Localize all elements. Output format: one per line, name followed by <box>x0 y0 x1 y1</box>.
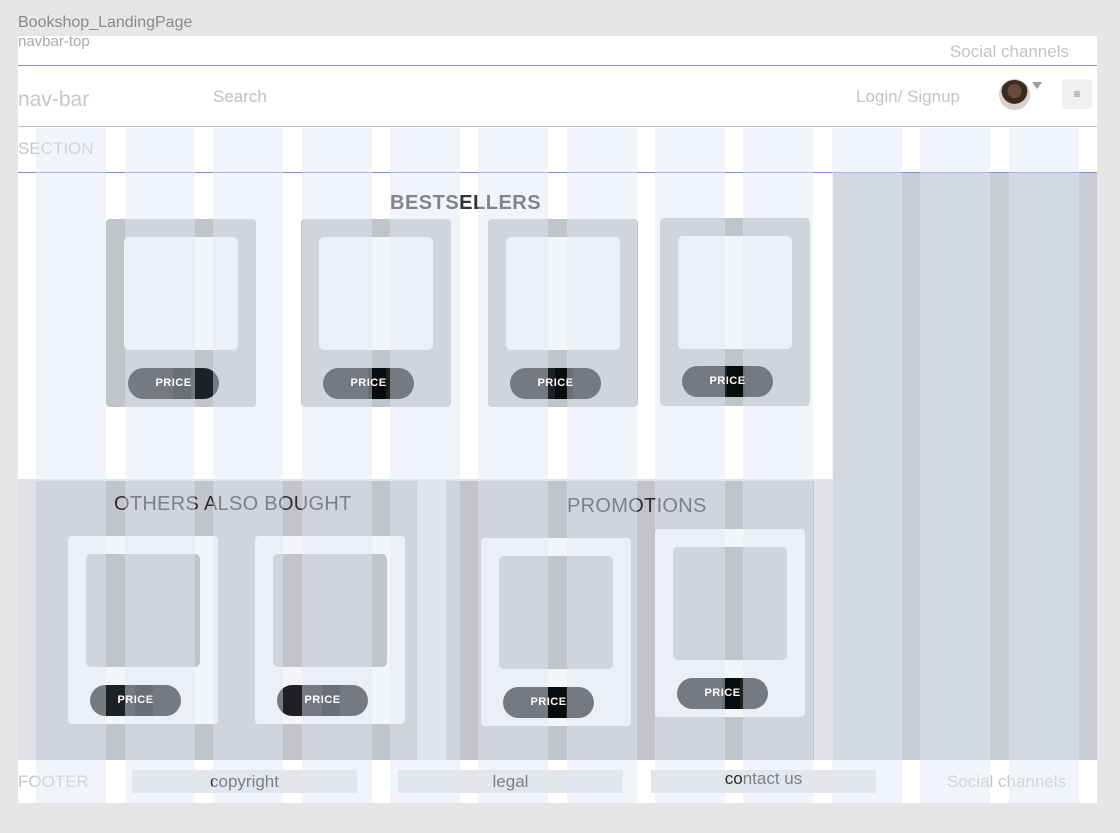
book-card[interactable]: PRICE <box>301 219 451 407</box>
book-card[interactable]: PRICE <box>106 219 256 407</box>
hamburger-icon: ≡ <box>1073 87 1081 101</box>
book-cover <box>678 236 792 349</box>
navbar-top: navbar-top Social channels <box>18 36 1097 66</box>
legal-link[interactable]: legal <box>398 770 623 793</box>
price-button[interactable]: PRICE <box>277 685 368 716</box>
price-button[interactable]: PRICE <box>682 366 773 397</box>
book-card[interactable]: PRICE <box>660 218 810 406</box>
footer-label: FOOTER <box>18 772 89 791</box>
price-button[interactable]: PRICE <box>128 368 219 399</box>
book-cover <box>673 547 787 660</box>
book-card[interactable]: PRICE <box>68 536 218 724</box>
price-button[interactable]: PRICE <box>677 678 768 709</box>
search-input[interactable]: Search <box>213 87 267 107</box>
book-cover <box>319 237 433 350</box>
nav-bar-label: nav-bar <box>18 88 90 111</box>
others-also-bought-title: OTHERS ALSO BOUGHT <box>114 493 352 515</box>
footer-social-channels-link[interactable]: Social channels <box>947 772 1066 792</box>
copyright-link[interactable]: copyright <box>132 770 357 793</box>
price-button[interactable]: PRICE <box>323 368 414 399</box>
price-button[interactable]: PRICE <box>503 687 594 718</box>
nav-bar: nav-bar Search Login/ Signup ≡ <box>18 66 1097 127</box>
frame-title: Bookshop_LandingPage <box>18 14 193 31</box>
avatar[interactable] <box>999 79 1030 110</box>
social-channels-link[interactable]: Social channels <box>950 42 1069 62</box>
book-cover <box>124 237 238 350</box>
book-card[interactable]: PRICE <box>255 536 405 724</box>
book-card[interactable]: PRICE <box>655 529 805 717</box>
promotions-section: PROMOTIONS PRICE PRICE <box>446 481 814 760</box>
others-also-bought-section: OTHERS ALSO BOUGHT PRICE PRICE <box>36 481 417 760</box>
section-label: SECTION <box>18 139 94 158</box>
menu-button[interactable]: ≡ <box>1062 79 1092 109</box>
chevron-down-icon[interactable] <box>1032 82 1042 89</box>
book-cover <box>86 554 200 667</box>
bestsellers-title: BESTSELLERS <box>390 192 542 214</box>
price-button[interactable]: PRICE <box>90 685 181 716</box>
right-side-panel <box>833 173 1097 760</box>
book-cover <box>499 556 613 669</box>
book-cover <box>273 554 387 667</box>
bestsellers-section: BESTSELLERS PRICE PRICE PRICE PRICE <box>18 173 833 479</box>
landing-page-frame: navbar-top Social channels nav-bar Searc… <box>18 36 1097 803</box>
footer: FOOTER copyright legal contact us Social… <box>18 760 1097 803</box>
book-card[interactable]: PRICE <box>481 538 631 726</box>
promotions-title: PROMOTIONS <box>567 495 707 517</box>
price-button[interactable]: PRICE <box>510 368 601 399</box>
section-header: SECTION <box>18 128 1097 173</box>
navbar-top-label: navbar-top <box>18 36 90 50</box>
login-signup-link[interactable]: Login/ Signup <box>856 87 960 107</box>
book-cover <box>506 237 620 350</box>
contact-us-link[interactable]: contact us <box>651 770 876 793</box>
book-card[interactable]: PRICE <box>488 219 638 407</box>
